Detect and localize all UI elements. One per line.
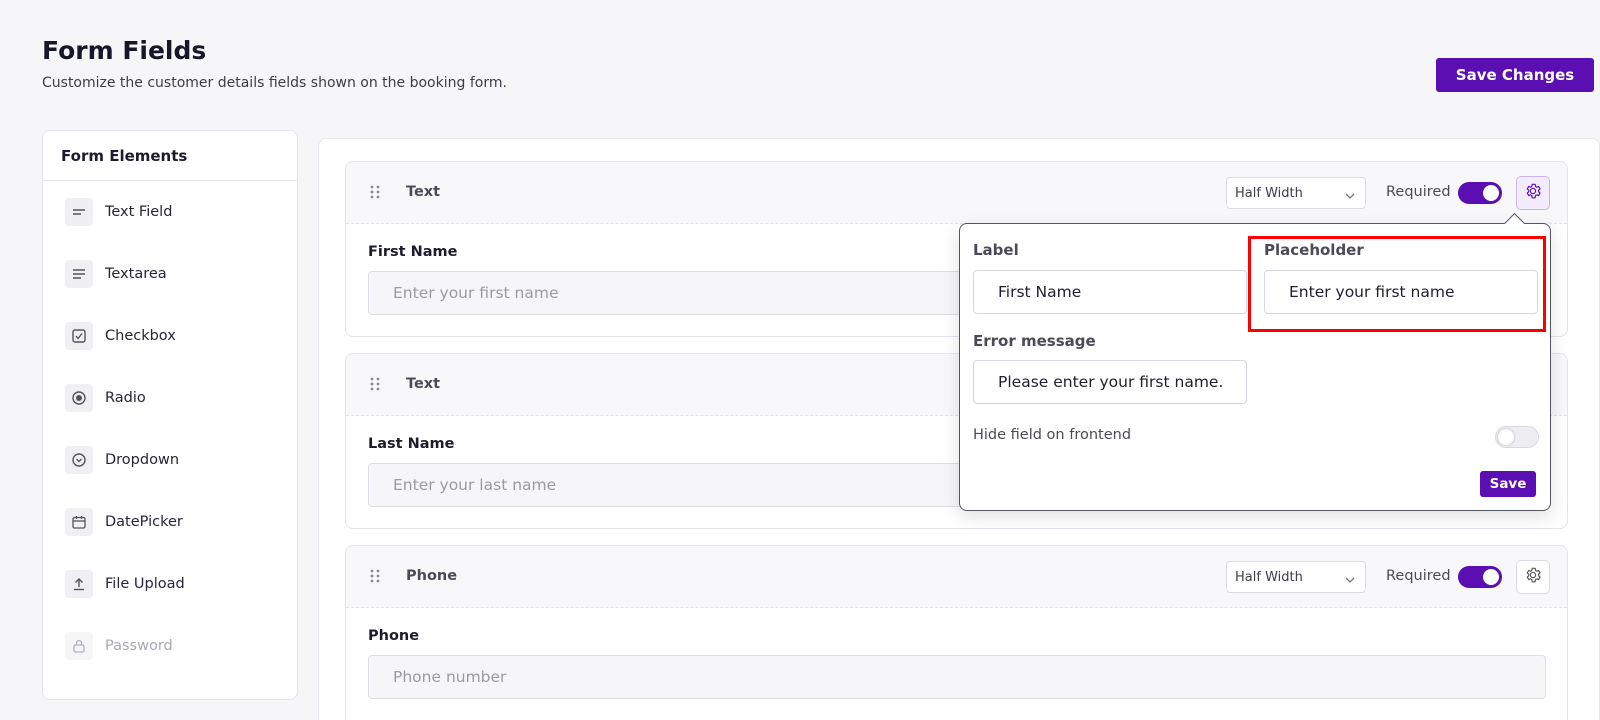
save-changes-button[interactable]: Save Changes <box>1436 58 1594 92</box>
field-type-label: Text <box>406 376 441 392</box>
required-label: Required <box>1386 184 1451 200</box>
field-type-label: Text <box>406 184 441 200</box>
popover-save-button[interactable]: Save <box>1480 471 1536 497</box>
dropdown-icon <box>65 446 93 474</box>
width-select[interactable]: Half Width <box>1226 561 1366 593</box>
drag-handle-icon[interactable] <box>370 376 380 395</box>
page-title: Form Fields <box>42 36 207 65</box>
phone-input[interactable]: Phone number <box>368 655 1546 699</box>
chevron-down-icon <box>1345 572 1355 587</box>
form-elements-sidebar: Form Elements Text Field Textarea Checkb… <box>42 130 298 700</box>
sidebar-item-label: Checkbox <box>105 328 176 344</box>
width-select-value: Half Width <box>1235 186 1303 201</box>
sidebar-item-radio[interactable]: Radio <box>65 383 146 413</box>
sidebar-item-dropdown[interactable]: Dropdown <box>65 445 179 475</box>
checkbox-icon <box>65 322 93 350</box>
sidebar-item-checkbox[interactable]: Checkbox <box>65 321 176 351</box>
field-label: Phone <box>368 628 420 644</box>
required-toggle[interactable] <box>1458 182 1502 204</box>
field-settings-button[interactable] <box>1516 560 1550 594</box>
label-field-title: Label <box>973 241 1019 259</box>
sidebar-item-file-upload[interactable]: File Upload <box>65 569 185 599</box>
upload-icon <box>65 570 93 598</box>
sidebar-title: Form Elements <box>43 131 297 181</box>
drag-handle-icon[interactable] <box>370 568 380 587</box>
lock-icon <box>65 632 93 660</box>
highlight-box <box>1248 236 1546 332</box>
hide-field-toggle[interactable] <box>1495 426 1539 448</box>
chevron-down-icon <box>1345 188 1355 203</box>
field-card-phone: Phone Half Width Required Phone Phone nu… <box>345 545 1568 720</box>
sidebar-item-password: Password <box>65 631 173 661</box>
field-card-header: Text Half Width Required <box>346 162 1567 224</box>
sidebar-item-datepicker[interactable]: DatePicker <box>65 507 183 537</box>
required-label: Required <box>1386 568 1451 584</box>
width-select[interactable]: Half Width <box>1226 177 1366 209</box>
field-label: First Name <box>368 244 458 260</box>
drag-handle-icon[interactable] <box>370 184 380 203</box>
field-settings-button[interactable] <box>1516 176 1550 210</box>
radio-icon <box>65 384 93 412</box>
page-subtitle: Customize the customer details fields sh… <box>42 75 507 91</box>
textarea-icon <box>65 260 93 288</box>
sidebar-item-label: Dropdown <box>105 452 180 468</box>
sidebar-item-label: Password <box>105 638 173 654</box>
sidebar-item-label: Text Field <box>105 204 173 220</box>
sidebar-item-label: Textarea <box>105 266 167 282</box>
calendar-icon <box>65 508 93 536</box>
gear-icon <box>1524 566 1542 588</box>
width-select-value: Half Width <box>1235 570 1303 585</box>
sidebar-item-text-field[interactable]: Text Field <box>65 197 172 227</box>
sidebar-item-label: File Upload <box>105 576 185 592</box>
error-message-input[interactable]: Please enter your first name. <box>973 360 1247 404</box>
field-card-header: Phone Half Width Required <box>346 546 1567 608</box>
required-toggle[interactable] <box>1458 566 1502 588</box>
sidebar-item-label: Radio <box>105 390 146 406</box>
field-type-label: Phone <box>406 568 458 584</box>
error-message-title: Error message <box>973 332 1096 350</box>
field-label: Last Name <box>368 436 455 452</box>
sidebar-item-textarea[interactable]: Textarea <box>65 259 167 289</box>
text-field-icon <box>65 198 93 226</box>
label-input[interactable]: First Name <box>973 270 1247 314</box>
sidebar-item-label: DatePicker <box>105 514 183 530</box>
hide-field-label: Hide field on frontend <box>973 427 1132 443</box>
gear-icon <box>1524 182 1542 204</box>
